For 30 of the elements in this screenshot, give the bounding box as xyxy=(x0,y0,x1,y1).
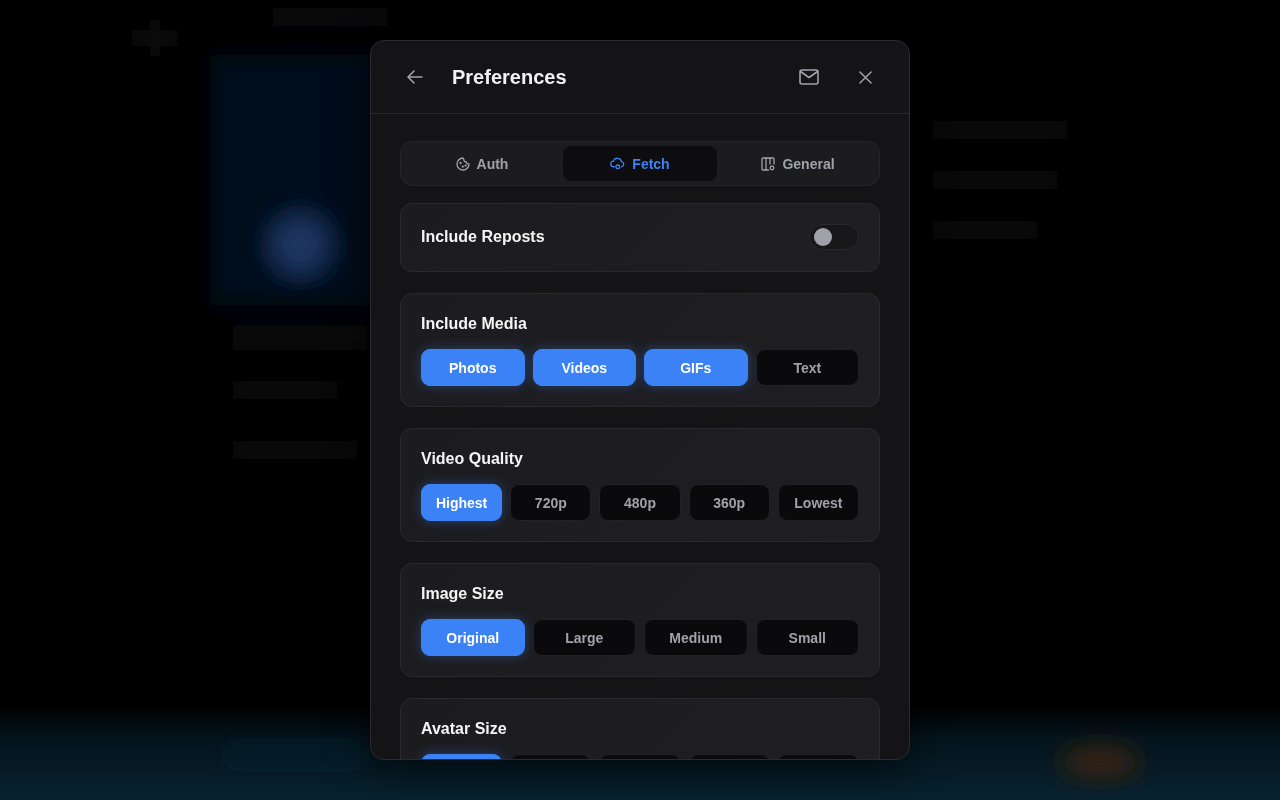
option-chip[interactable]: 480p xyxy=(599,484,681,521)
option-chip[interactable]: GIFs xyxy=(644,349,748,386)
tab[interactable]: General xyxy=(721,146,875,181)
option-chip[interactable]: Small xyxy=(755,619,859,656)
dialog-title: Preferences xyxy=(452,65,567,90)
cloud-icon xyxy=(610,157,626,170)
option-chip[interactable]: Videos xyxy=(532,349,636,386)
option-chip[interactable]: 720p xyxy=(510,484,592,521)
close-icon xyxy=(858,70,872,84)
option-chip[interactable]: Text xyxy=(755,349,859,386)
mail-icon xyxy=(799,69,819,85)
toggle-knob xyxy=(814,228,832,246)
setting-label: Image Size xyxy=(421,584,504,604)
option-chip[interactable]: Original xyxy=(421,619,525,656)
layout-gear-icon xyxy=(761,156,776,171)
setting-label: Include Reposts xyxy=(421,227,545,247)
tab[interactable]: Fetch xyxy=(563,146,717,181)
option-chip[interactable]: 360p xyxy=(688,484,770,521)
toggle-switch[interactable] xyxy=(809,224,859,250)
tab[interactable]: Auth xyxy=(405,146,559,181)
setting-label: Include Media xyxy=(421,314,527,334)
option-chip[interactable]: Large xyxy=(532,619,636,656)
option-chip[interactable]: Medium xyxy=(644,619,748,656)
setting-label: Video Quality xyxy=(421,449,523,469)
option-chip[interactable]: Photos xyxy=(421,349,525,386)
option-chip[interactable]: Highest xyxy=(421,484,503,521)
back-arrow-icon xyxy=(406,68,424,86)
option-chip[interactable]: Lowest xyxy=(777,484,859,521)
setting-label: Avatar Size xyxy=(421,719,507,739)
cookie-icon xyxy=(455,156,470,171)
